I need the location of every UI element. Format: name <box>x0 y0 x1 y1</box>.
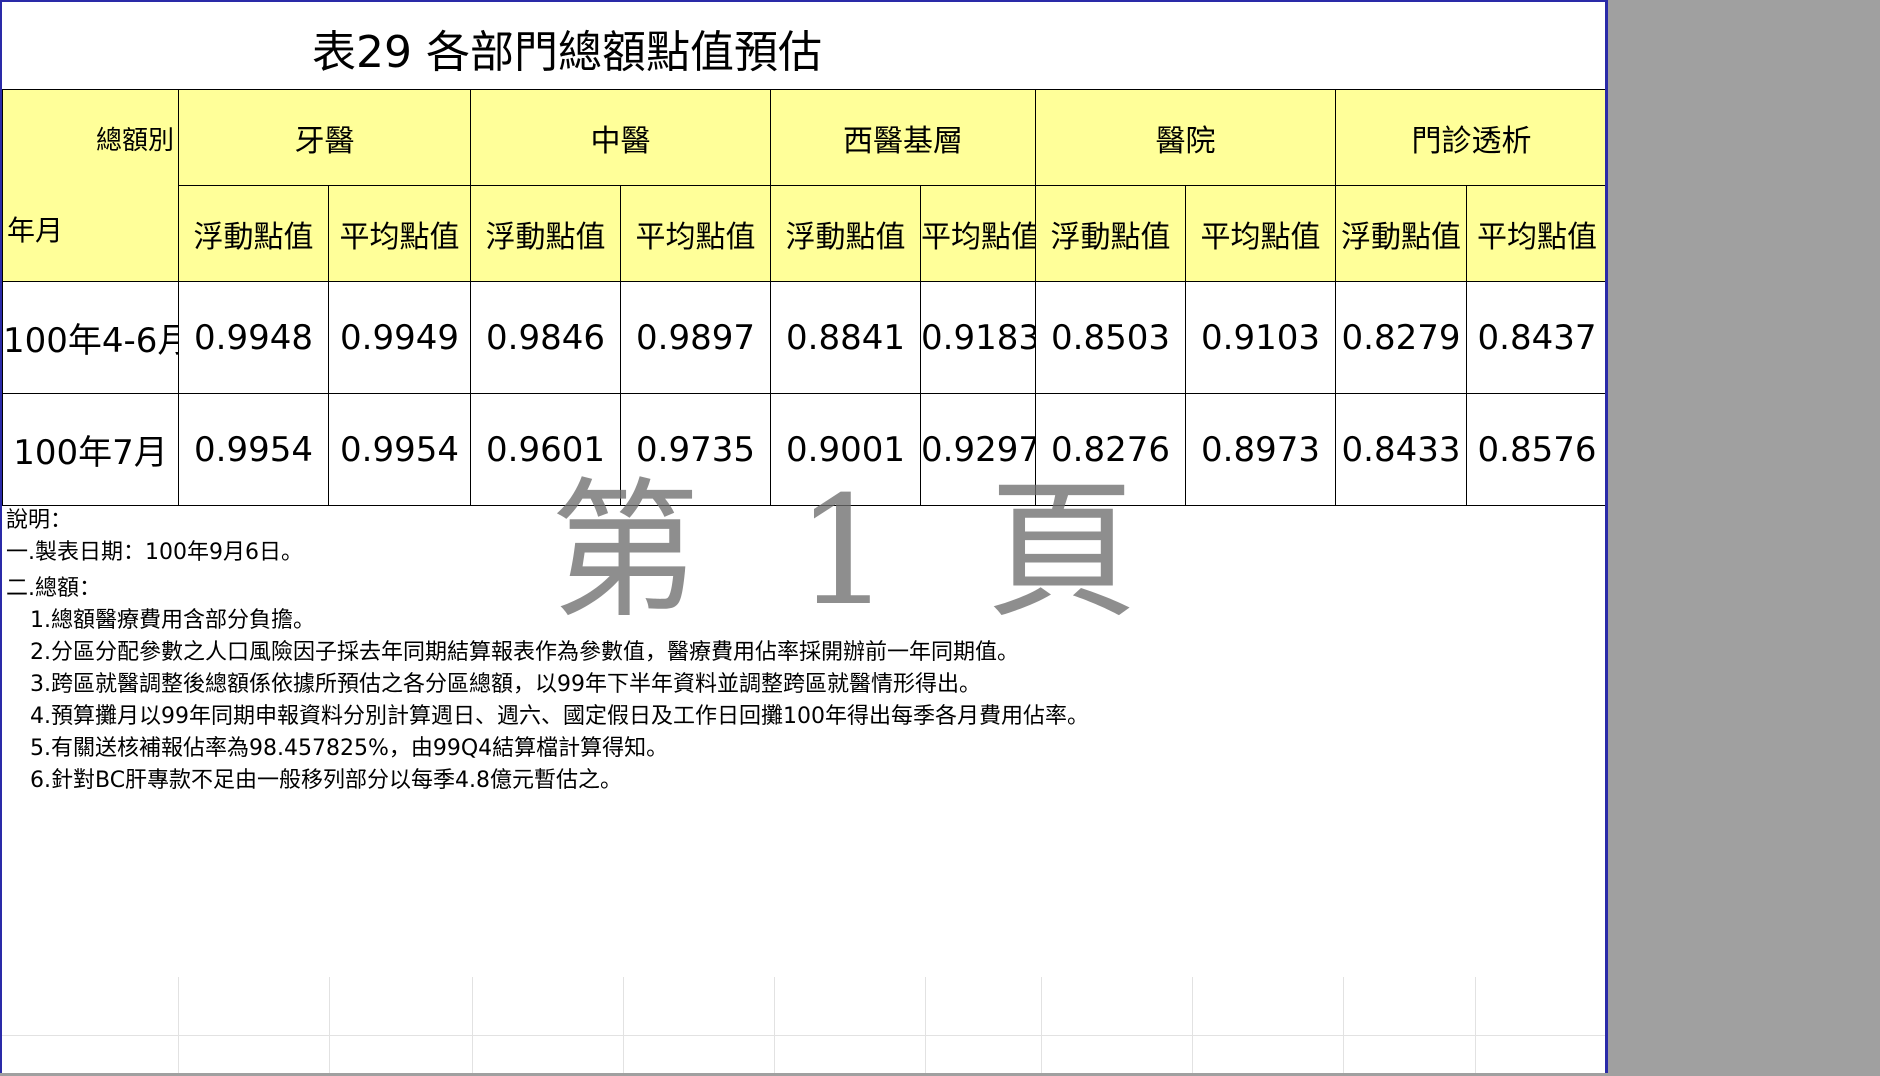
notes-section: 說明： 一.製表日期：100年9月6日。 二.總額： 1.總額醫療費用含部分負擔… <box>6 505 1089 797</box>
value-cell[interactable]: 0.9954 <box>328 393 471 506</box>
value-cell[interactable]: 0.8503 <box>1035 281 1186 394</box>
subheader-avg: 平均點值 <box>328 185 471 282</box>
subheader-avg: 平均點值 <box>1185 185 1336 282</box>
subheader-float: 浮動點值 <box>470 185 621 282</box>
value-cell[interactable]: 0.9001 <box>770 393 921 506</box>
subheader-float: 浮動點值 <box>1035 185 1186 282</box>
note-budget-heading: 二.總額： <box>6 576 101 601</box>
subheader-float: 浮動點值 <box>1335 185 1467 282</box>
point-value-table: 總額別 年月 牙醫 中醫 西醫基層 醫院 門診透析 浮動點值 平均點值 浮動點值… <box>2 89 1605 506</box>
table-row: 100年7月 0.9954 0.9954 0.9601 0.9735 0.900… <box>2 393 1605 506</box>
value-cell[interactable]: 0.9948 <box>178 281 329 394</box>
value-cell[interactable]: 0.9949 <box>328 281 471 394</box>
value-cell[interactable]: 0.9954 <box>178 393 329 506</box>
spreadsheet-page: 表29 各部門總額點值預估 總額別 年月 牙醫 中醫 西醫基層 醫院 門診透析 … <box>0 0 1608 1073</box>
value-cell[interactable]: 0.9103 <box>1185 281 1336 394</box>
corner-label-category: 總額別 <box>95 126 174 156</box>
subheader-avg: 平均點值 <box>920 185 1036 282</box>
notes-heading: 說明： <box>6 508 73 533</box>
value-cell[interactable]: 0.8279 <box>1335 281 1467 394</box>
value-cell[interactable]: 0.8437 <box>1466 281 1605 394</box>
subheader-float: 浮動點值 <box>178 185 329 282</box>
value-cell[interactable]: 0.9897 <box>620 281 771 394</box>
note-item: 6.針對BC肝專款不足由一般移列部分以每季4.8億元暫估之。 <box>30 768 623 793</box>
value-cell[interactable]: 0.9601 <box>470 393 621 506</box>
group-header-western-primary: 西醫基層 <box>770 89 1036 186</box>
note-item: 3.跨區就醫調整後總額係依據所預估之各分區總額，以99年下半年資料並調整跨區就醫… <box>30 672 981 697</box>
value-cell[interactable]: 0.8433 <box>1335 393 1467 506</box>
subheader-float: 浮動點值 <box>770 185 921 282</box>
subheader-avg: 平均點值 <box>1466 185 1605 282</box>
note-item: 2.分區分配參數之人口風險因子採去年同期結算報表作為參數值，醫療費用佔率採開辦前… <box>30 640 1019 665</box>
value-cell[interactable]: 0.8841 <box>770 281 921 394</box>
corner-label-period: 年月 <box>7 214 64 247</box>
group-header-dental: 牙醫 <box>178 89 471 186</box>
value-cell[interactable]: 0.8276 <box>1035 393 1186 506</box>
note-item: 4.預算攤月以99年同期申報資料分別計算週日、週六、國定假日及工作日回攤100年… <box>30 704 1089 729</box>
note-item: 5.有關送核補報佔率為98.457825%，由99Q4結算檔計算得知。 <box>30 736 669 761</box>
empty-cell-gridlines <box>2 977 1605 1073</box>
table-row: 100年4-6月 0.9948 0.9949 0.9846 0.9897 0.8… <box>2 281 1605 394</box>
row-period[interactable]: 100年7月 <box>2 393 179 506</box>
row-period[interactable]: 100年4-6月 <box>2 281 179 394</box>
value-cell[interactable]: 0.9846 <box>470 281 621 394</box>
subheader-avg: 平均點值 <box>620 185 771 282</box>
header-row-subcolumns: 浮動點值 平均點值 浮動點值 平均點值 浮動點值 平均點值 浮動點值 平均點值 … <box>3 185 1605 282</box>
diagonal-line <box>3 90 179 280</box>
value-cell[interactable]: 0.9735 <box>620 393 771 506</box>
group-header-chinese-medicine: 中醫 <box>470 89 771 186</box>
group-header-dialysis: 門診透析 <box>1335 89 1605 186</box>
group-header-hospital: 醫院 <box>1035 89 1336 186</box>
header-row-groups: 總額別 年月 牙醫 中醫 西醫基層 醫院 門診透析 <box>2 89 1605 282</box>
value-cell[interactable]: 0.9183 <box>920 281 1036 394</box>
note-item: 1.總額醫療費用含部分負擔。 <box>30 608 315 633</box>
page-title: 表29 各部門總額點值預估 <box>312 27 822 78</box>
corner-header-cell: 總額別 年月 <box>2 89 179 282</box>
note-date: 一.製表日期：100年9月6日。 <box>6 540 303 565</box>
value-cell[interactable]: 0.9297 <box>920 393 1036 506</box>
value-cell[interactable]: 0.8973 <box>1185 393 1336 506</box>
value-cell[interactable]: 0.8576 <box>1466 393 1605 506</box>
